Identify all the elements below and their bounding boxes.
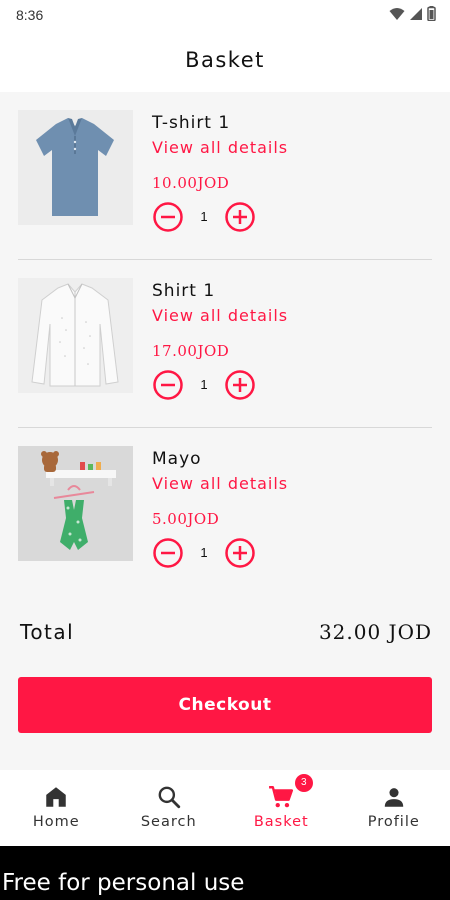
- search-icon: [158, 786, 180, 809]
- nav-label-home: Home: [32, 814, 80, 830]
- plus-circle-icon: [225, 202, 255, 232]
- nav-item-profile[interactable]: Profile: [338, 770, 450, 846]
- quantity-stepper: 1: [152, 369, 262, 401]
- product-image-tshirt[interactable]: [18, 110, 133, 225]
- product-name: Mayo: [152, 449, 202, 469]
- minus-circle-icon: [153, 202, 183, 232]
- decrease-quantity-button[interactable]: [152, 537, 184, 569]
- increase-quantity-button[interactable]: [224, 369, 256, 401]
- decrease-quantity-button[interactable]: [152, 201, 184, 233]
- checkout-button[interactable]: Checkout: [18, 677, 432, 733]
- watermark-bar: Free for personal use: [0, 846, 450, 900]
- quantity-value: 1: [200, 377, 208, 392]
- person-icon: [384, 788, 403, 807]
- increase-quantity-button[interactable]: [224, 201, 256, 233]
- bottom-navigation: Home Search 3 Basket Profile: [0, 770, 450, 846]
- increase-quantity-button[interactable]: [224, 537, 256, 569]
- home-icon: [46, 787, 66, 807]
- shirt-image: [18, 278, 133, 393]
- nav-item-search[interactable]: Search: [113, 770, 226, 846]
- product-price: 10.00JOD: [152, 174, 230, 192]
- minus-circle-icon: [153, 538, 183, 568]
- view-all-details-link[interactable]: View all details: [152, 474, 288, 493]
- watermark-text: Free for personal use: [2, 870, 245, 896]
- decrease-quantity-button[interactable]: [152, 369, 184, 401]
- product-price: 17.00JOD: [152, 342, 230, 360]
- plus-circle-icon: [225, 538, 255, 568]
- nav-label-profile: Profile: [367, 814, 420, 830]
- cart-icon: [269, 786, 294, 808]
- cart-item: T-shirt 1 View all details 10.00JOD 1: [0, 92, 450, 260]
- product-name: T-shirt 1: [152, 113, 231, 133]
- product-name: Shirt 1: [152, 281, 216, 301]
- quantity-value: 1: [200, 209, 208, 224]
- product-image-shirt[interactable]: [18, 278, 133, 393]
- swimsuit-image: [18, 446, 133, 561]
- plus-circle-icon: [225, 370, 255, 400]
- nav-item-home[interactable]: Home: [0, 770, 113, 846]
- quantity-stepper: 1: [152, 537, 262, 569]
- total-label: Total: [20, 620, 75, 644]
- status-icons: [389, 6, 436, 21]
- quantity-value: 1: [200, 545, 208, 560]
- view-all-details-link[interactable]: View all details: [152, 306, 288, 325]
- product-price: 5.00JOD: [152, 510, 220, 528]
- nav-label-search: Search: [140, 814, 197, 830]
- battery-icon: [427, 6, 436, 21]
- quantity-stepper: 1: [152, 201, 262, 233]
- cart-item: Mayo View all details 5.00JOD 1: [0, 428, 450, 596]
- total-row: Total 32.00 JOD: [20, 620, 432, 650]
- nav-label-basket: Basket: [253, 814, 309, 830]
- status-bar: 8:36: [0, 0, 450, 30]
- product-image-mayo[interactable]: [18, 446, 133, 561]
- status-time: 8:36: [16, 7, 44, 23]
- view-all-details-link[interactable]: View all details: [152, 138, 288, 157]
- nav-item-basket[interactable]: 3 Basket: [225, 770, 338, 846]
- cart-item: Shirt 1 View all details 17.00JOD 1: [0, 260, 450, 428]
- wifi-icon: [389, 7, 405, 20]
- minus-circle-icon: [153, 370, 183, 400]
- total-value: 32.00 JOD: [318, 620, 432, 644]
- polo-shirt-image: [18, 110, 133, 225]
- signal-icon: [410, 7, 422, 20]
- page-title: Basket: [185, 48, 265, 72]
- app-header: Basket: [0, 30, 450, 92]
- cart-count-badge: 3: [294, 774, 313, 792]
